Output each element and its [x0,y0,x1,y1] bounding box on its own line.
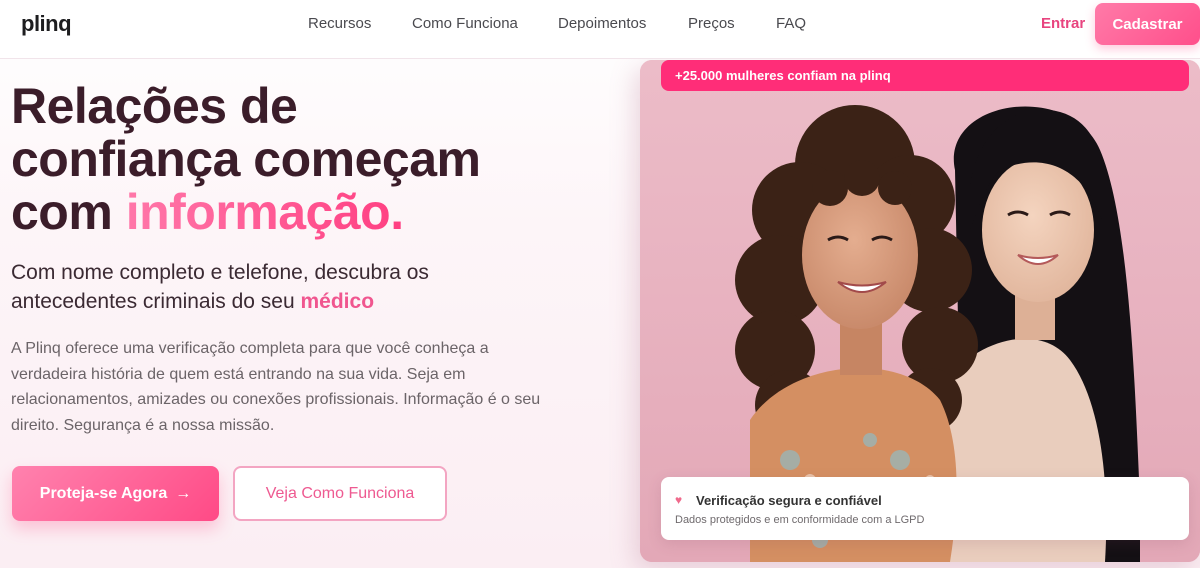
hero-title-line-3: com [11,184,126,240]
security-card: ♥ Verificação segura e confiável Dados p… [661,477,1189,540]
protect-now-label: Proteja-se Agora [39,484,168,502]
nav-link-recursos[interactable]: Recursos [308,15,371,32]
hero-subtitle: Com nome completo e telefone, descubra o… [11,258,531,316]
trust-badge: +25.000 mulheres confiam na plinq [661,60,1189,91]
login-link[interactable]: Entrar [1041,15,1085,32]
hero-title-line-2: confiança começam [11,131,481,187]
signup-button[interactable]: Cadastrar [1095,3,1200,45]
logo[interactable]: plinq [21,11,72,37]
heart-icon: ♥ [675,493,683,507]
hero-title-highlight: informação. [125,184,404,240]
hero-description: A Plinq oferece uma verificação completa… [11,340,541,434]
arrow-right-icon: → [175,484,192,502]
nav-link-precos[interactable]: Preços [688,15,735,32]
security-card-title: Verificação segura e confiável [696,493,882,508]
navbar: plinq Recursos Como Funciona Depoimentos… [0,0,1200,59]
nav-link-depoimentos[interactable]: Depoimentos [558,15,646,32]
hero-subtitle-accent: médico [300,290,375,313]
nav-link-como-funciona[interactable]: Como Funciona [412,15,518,32]
hero-title-line-1: Relações de [11,78,298,134]
protect-now-button[interactable]: Proteja-se Agora → [12,466,219,521]
how-it-works-button[interactable]: Veja Como Funciona [233,466,447,521]
nav-link-faq[interactable]: FAQ [776,15,806,32]
hero-title: Relações de confiança começam com inform… [11,80,611,239]
security-card-subtitle: Dados protegidos e em conformidade com a… [675,514,925,526]
